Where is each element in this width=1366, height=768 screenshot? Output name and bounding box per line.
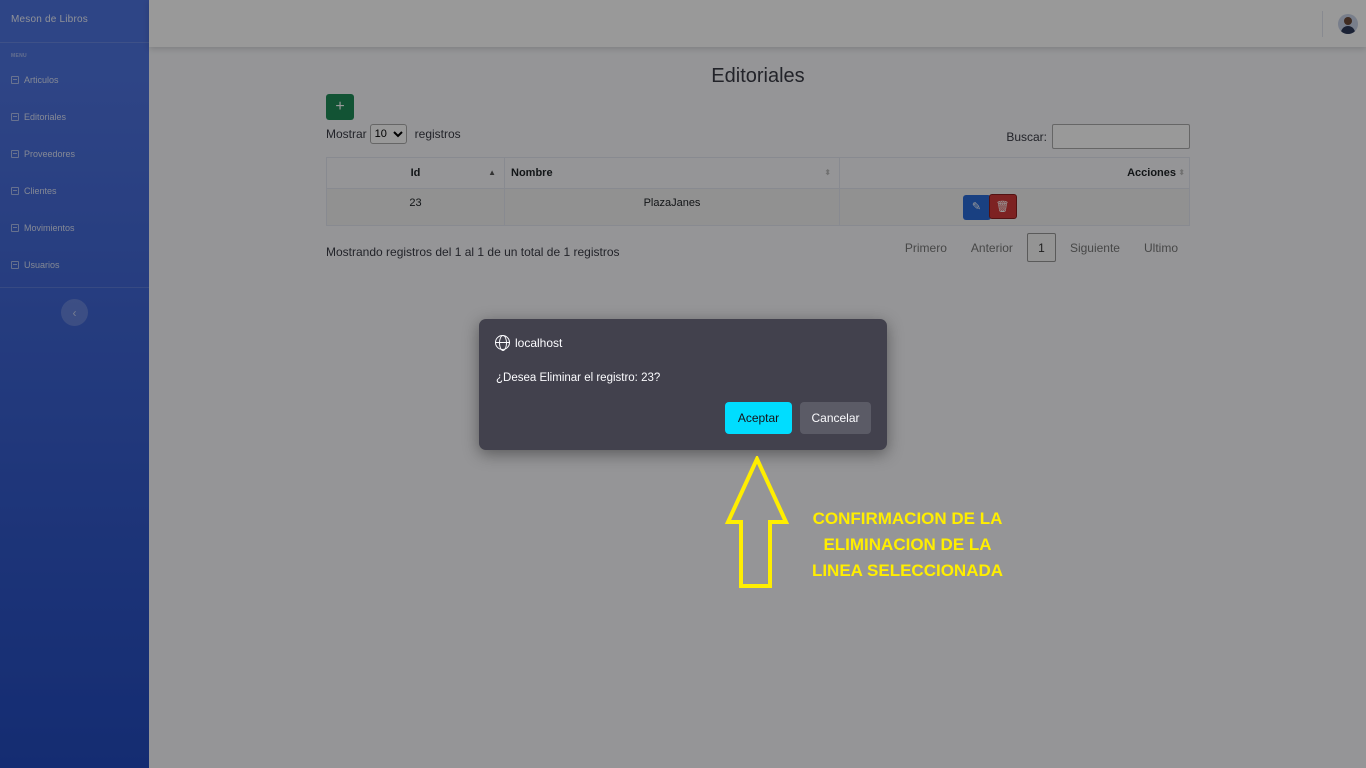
globe-icon bbox=[495, 335, 510, 351]
confirm-dialog: localhost ¿Desea Eliminar el registro: 2… bbox=[479, 319, 887, 450]
accept-button[interactable]: Aceptar bbox=[725, 402, 792, 434]
dialog-message: ¿Desea Eliminar el registro: 23? bbox=[496, 372, 661, 384]
annotation-text: CONFIRMACION DE LA ELIMINACION DE LA LIN… bbox=[795, 506, 1020, 584]
dialog-origin: localhost bbox=[495, 335, 563, 351]
arrow-shape bbox=[724, 456, 790, 588]
annotation-line: CONFIRMACION DE LA bbox=[812, 509, 1003, 528]
annotation-line: LINEA SELECCIONADA bbox=[811, 561, 1004, 580]
cancel-button[interactable]: Cancelar bbox=[800, 402, 871, 434]
up-arrow-annotation bbox=[724, 456, 790, 588]
annotation-line: ELIMINACION DE LA bbox=[823, 535, 992, 554]
dialog-origin-label: localhost bbox=[515, 335, 563, 350]
